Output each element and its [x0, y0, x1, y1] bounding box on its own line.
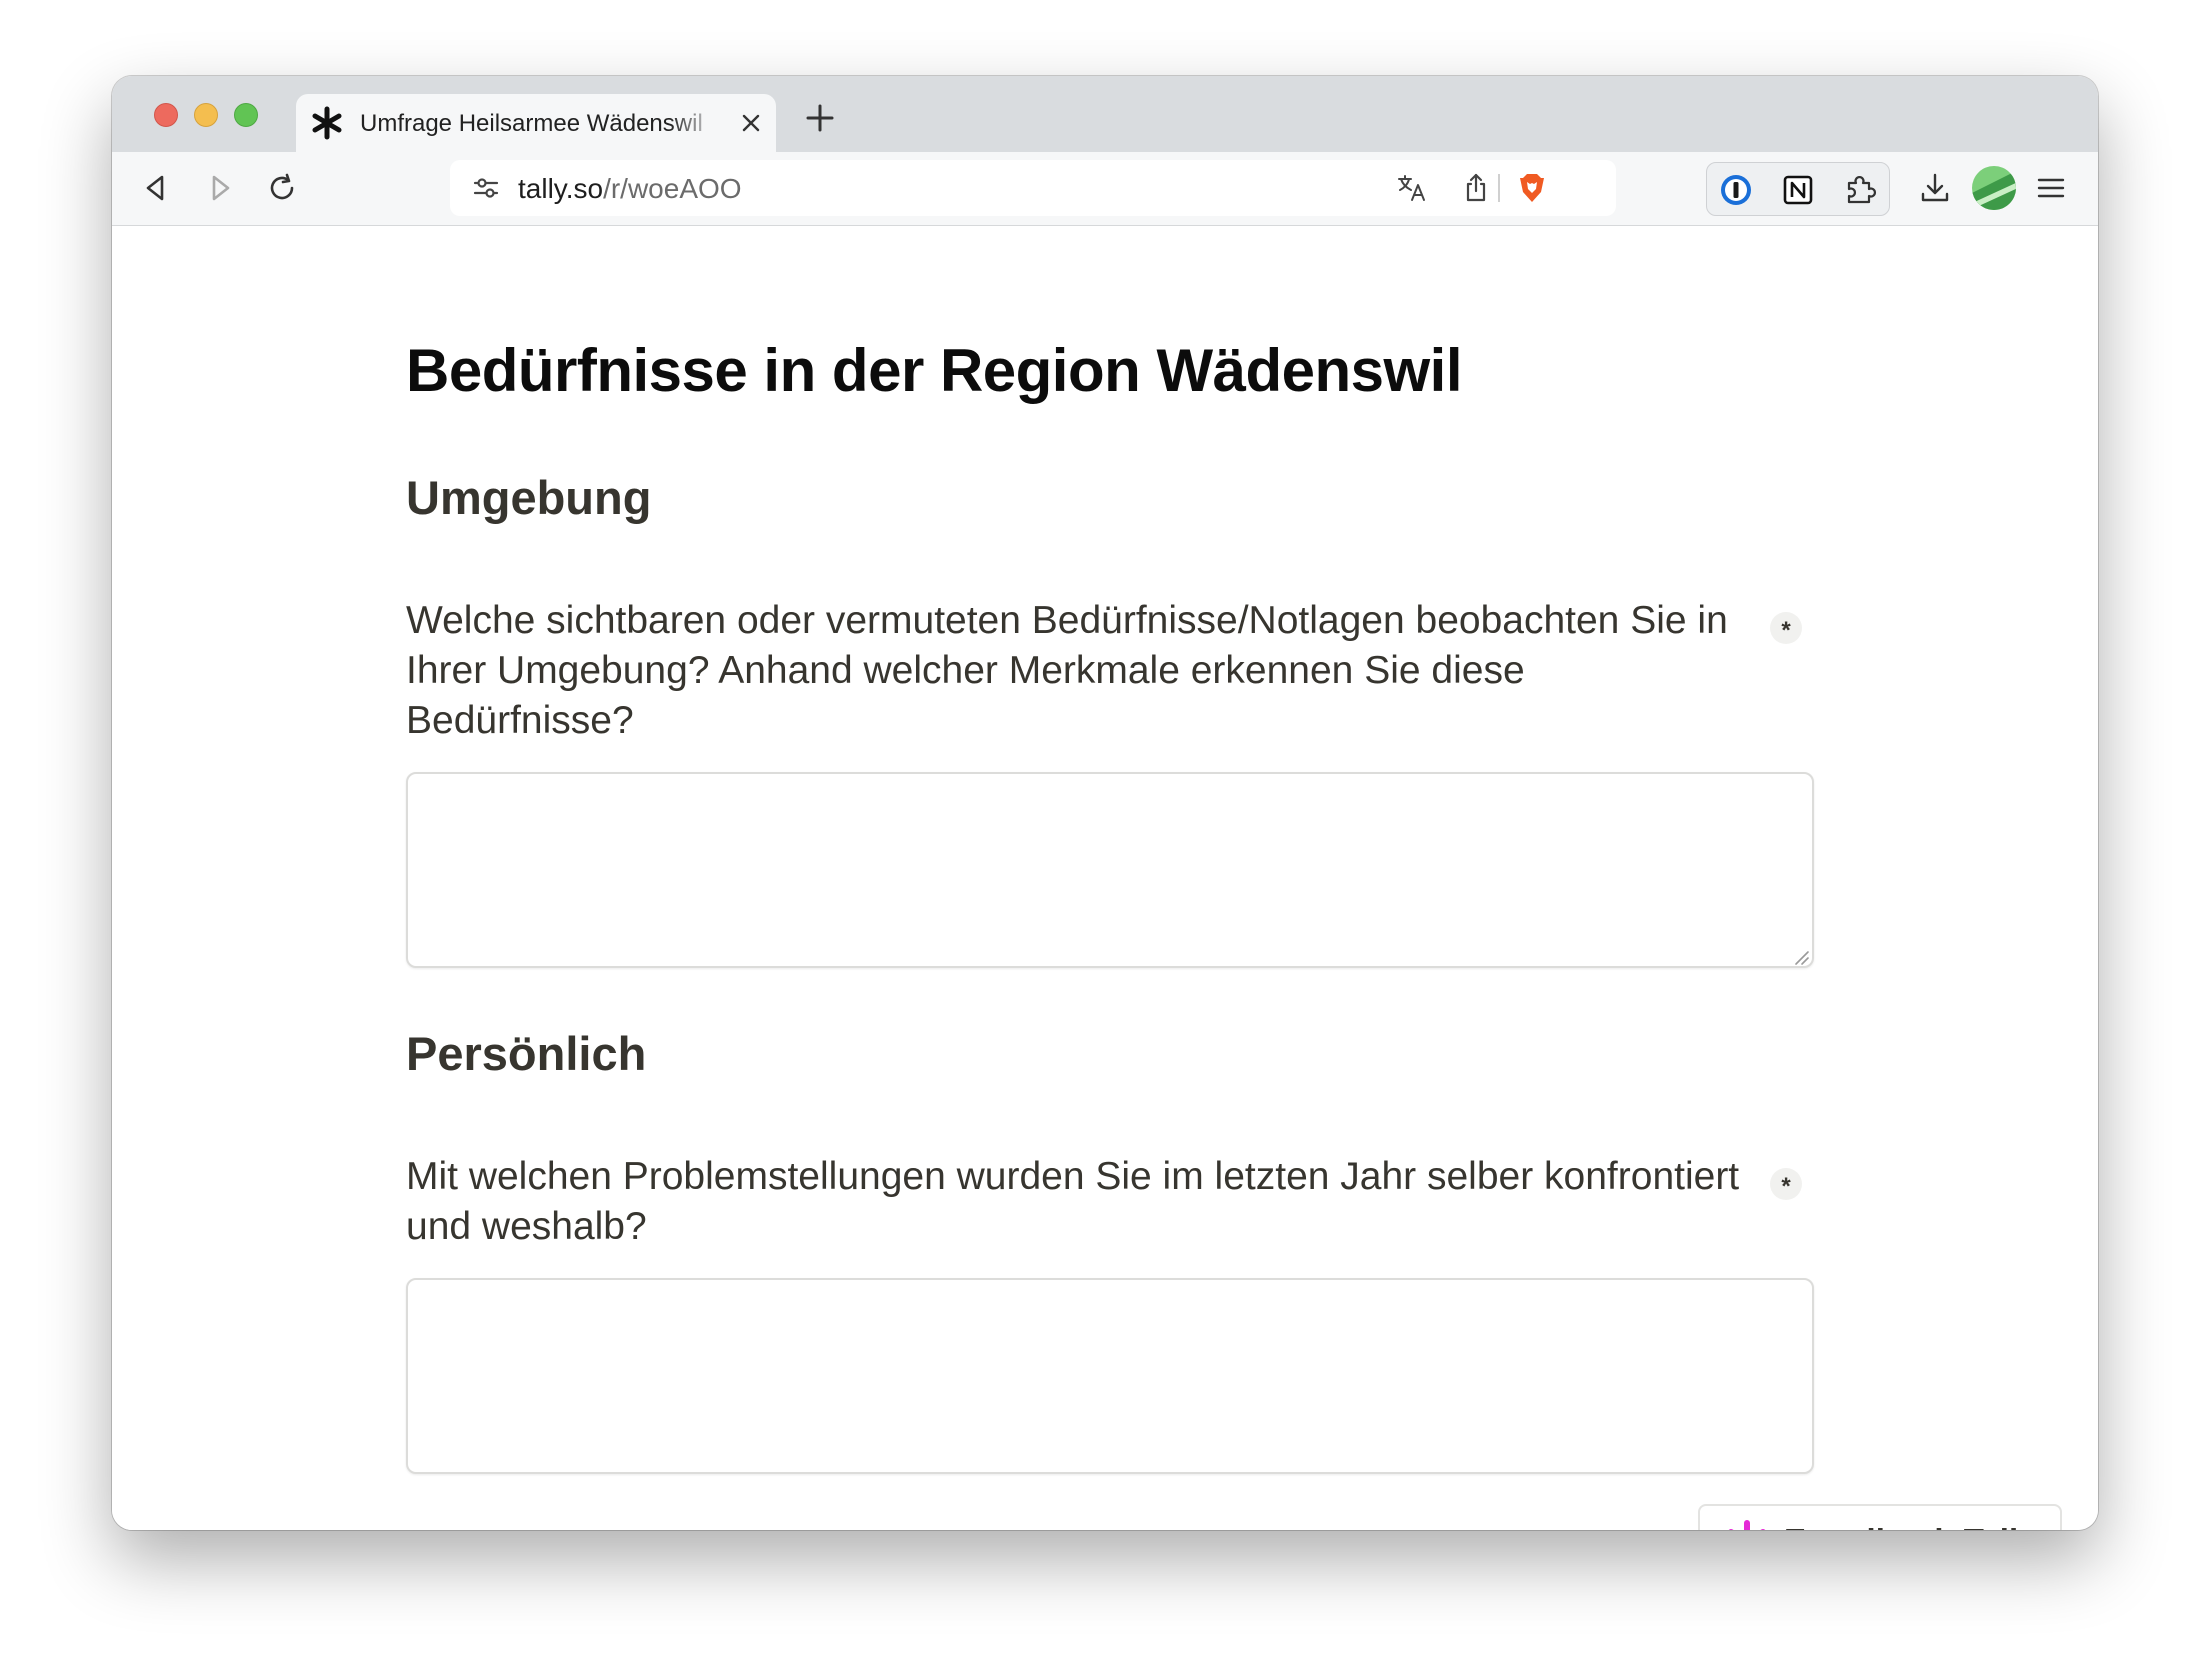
answer-textarea-2[interactable]: [406, 1278, 1814, 1474]
site-settings-icon[interactable]: [472, 174, 500, 202]
required-indicator: *: [1770, 612, 1802, 644]
tab-strip: Umfrage Heilsarmee Wädenswil: [112, 76, 2098, 152]
question-label-1: Welche sichtbaren oder vermuteten Bedürf…: [406, 599, 1728, 742]
menu-hamburger-icon[interactable]: [2034, 171, 2068, 205]
url-host: tally.so: [518, 173, 604, 204]
answer-textarea-1[interactable]: [406, 772, 1814, 968]
section-heading-persoenlich: Persönlich: [406, 1027, 647, 1080]
forward-icon[interactable]: [204, 172, 236, 204]
made-with-tally-badge[interactable]: Erstellt mit Tally: [1698, 1504, 2062, 1530]
address-bar[interactable]: tally.so/r/woeAOO: [450, 160, 1616, 216]
browser-toolbar: tally.so/r/woeAOO: [112, 152, 2098, 226]
back-icon[interactable]: [140, 172, 172, 204]
required-indicator: *: [1770, 1168, 1802, 1200]
tally-asterisk-icon: [312, 106, 342, 140]
minimize-window-button[interactable]: [194, 103, 218, 127]
url-text: tally.so/r/woeAOO: [518, 173, 742, 205]
url-separator: [1498, 174, 1500, 202]
extensions-group: [1706, 162, 1890, 216]
resize-handle-icon[interactable]: [1792, 948, 1810, 966]
badge-label: Erstellt mit Tally: [1784, 1522, 2036, 1530]
question-label-2: Mit welchen Problemstellungen wurden Sie…: [406, 1155, 1740, 1248]
share-icon[interactable]: [1460, 172, 1492, 204]
translate-icon[interactable]: [1396, 172, 1428, 204]
brave-shields-icon[interactable]: [1516, 172, 1548, 204]
form-title: Bedürfnisse in der Region Wädenswil: [406, 337, 1463, 404]
browser-tab[interactable]: Umfrage Heilsarmee Wädenswil: [296, 94, 776, 152]
browser-window: Umfrage Heilsarmee Wädenswil tally.so/r/…: [112, 76, 2098, 1530]
close-tab-icon[interactable]: [740, 112, 762, 134]
downloads-icon[interactable]: [1918, 171, 1952, 205]
zoom-window-button[interactable]: [234, 103, 258, 127]
tab-title: Umfrage Heilsarmee Wädenswil: [360, 110, 703, 137]
new-tab-icon[interactable]: [804, 102, 836, 134]
url-path: /r/woeAOO: [603, 173, 742, 204]
profile-avatar-icon[interactable]: [1970, 164, 2018, 212]
reload-icon[interactable]: [266, 172, 298, 204]
close-window-button[interactable]: [154, 103, 178, 127]
page-viewport: Bedürfnisse in der Region Wädenswil Umge…: [112, 226, 2098, 1530]
extensions-puzzle-icon[interactable]: [1843, 173, 1877, 207]
notion-icon[interactable]: [1781, 173, 1815, 207]
tally-pink-asterisk-icon: [1728, 1520, 1766, 1530]
password-manager-icon[interactable]: [1719, 173, 1753, 207]
section-heading-umgebung: Umgebung: [406, 471, 652, 524]
